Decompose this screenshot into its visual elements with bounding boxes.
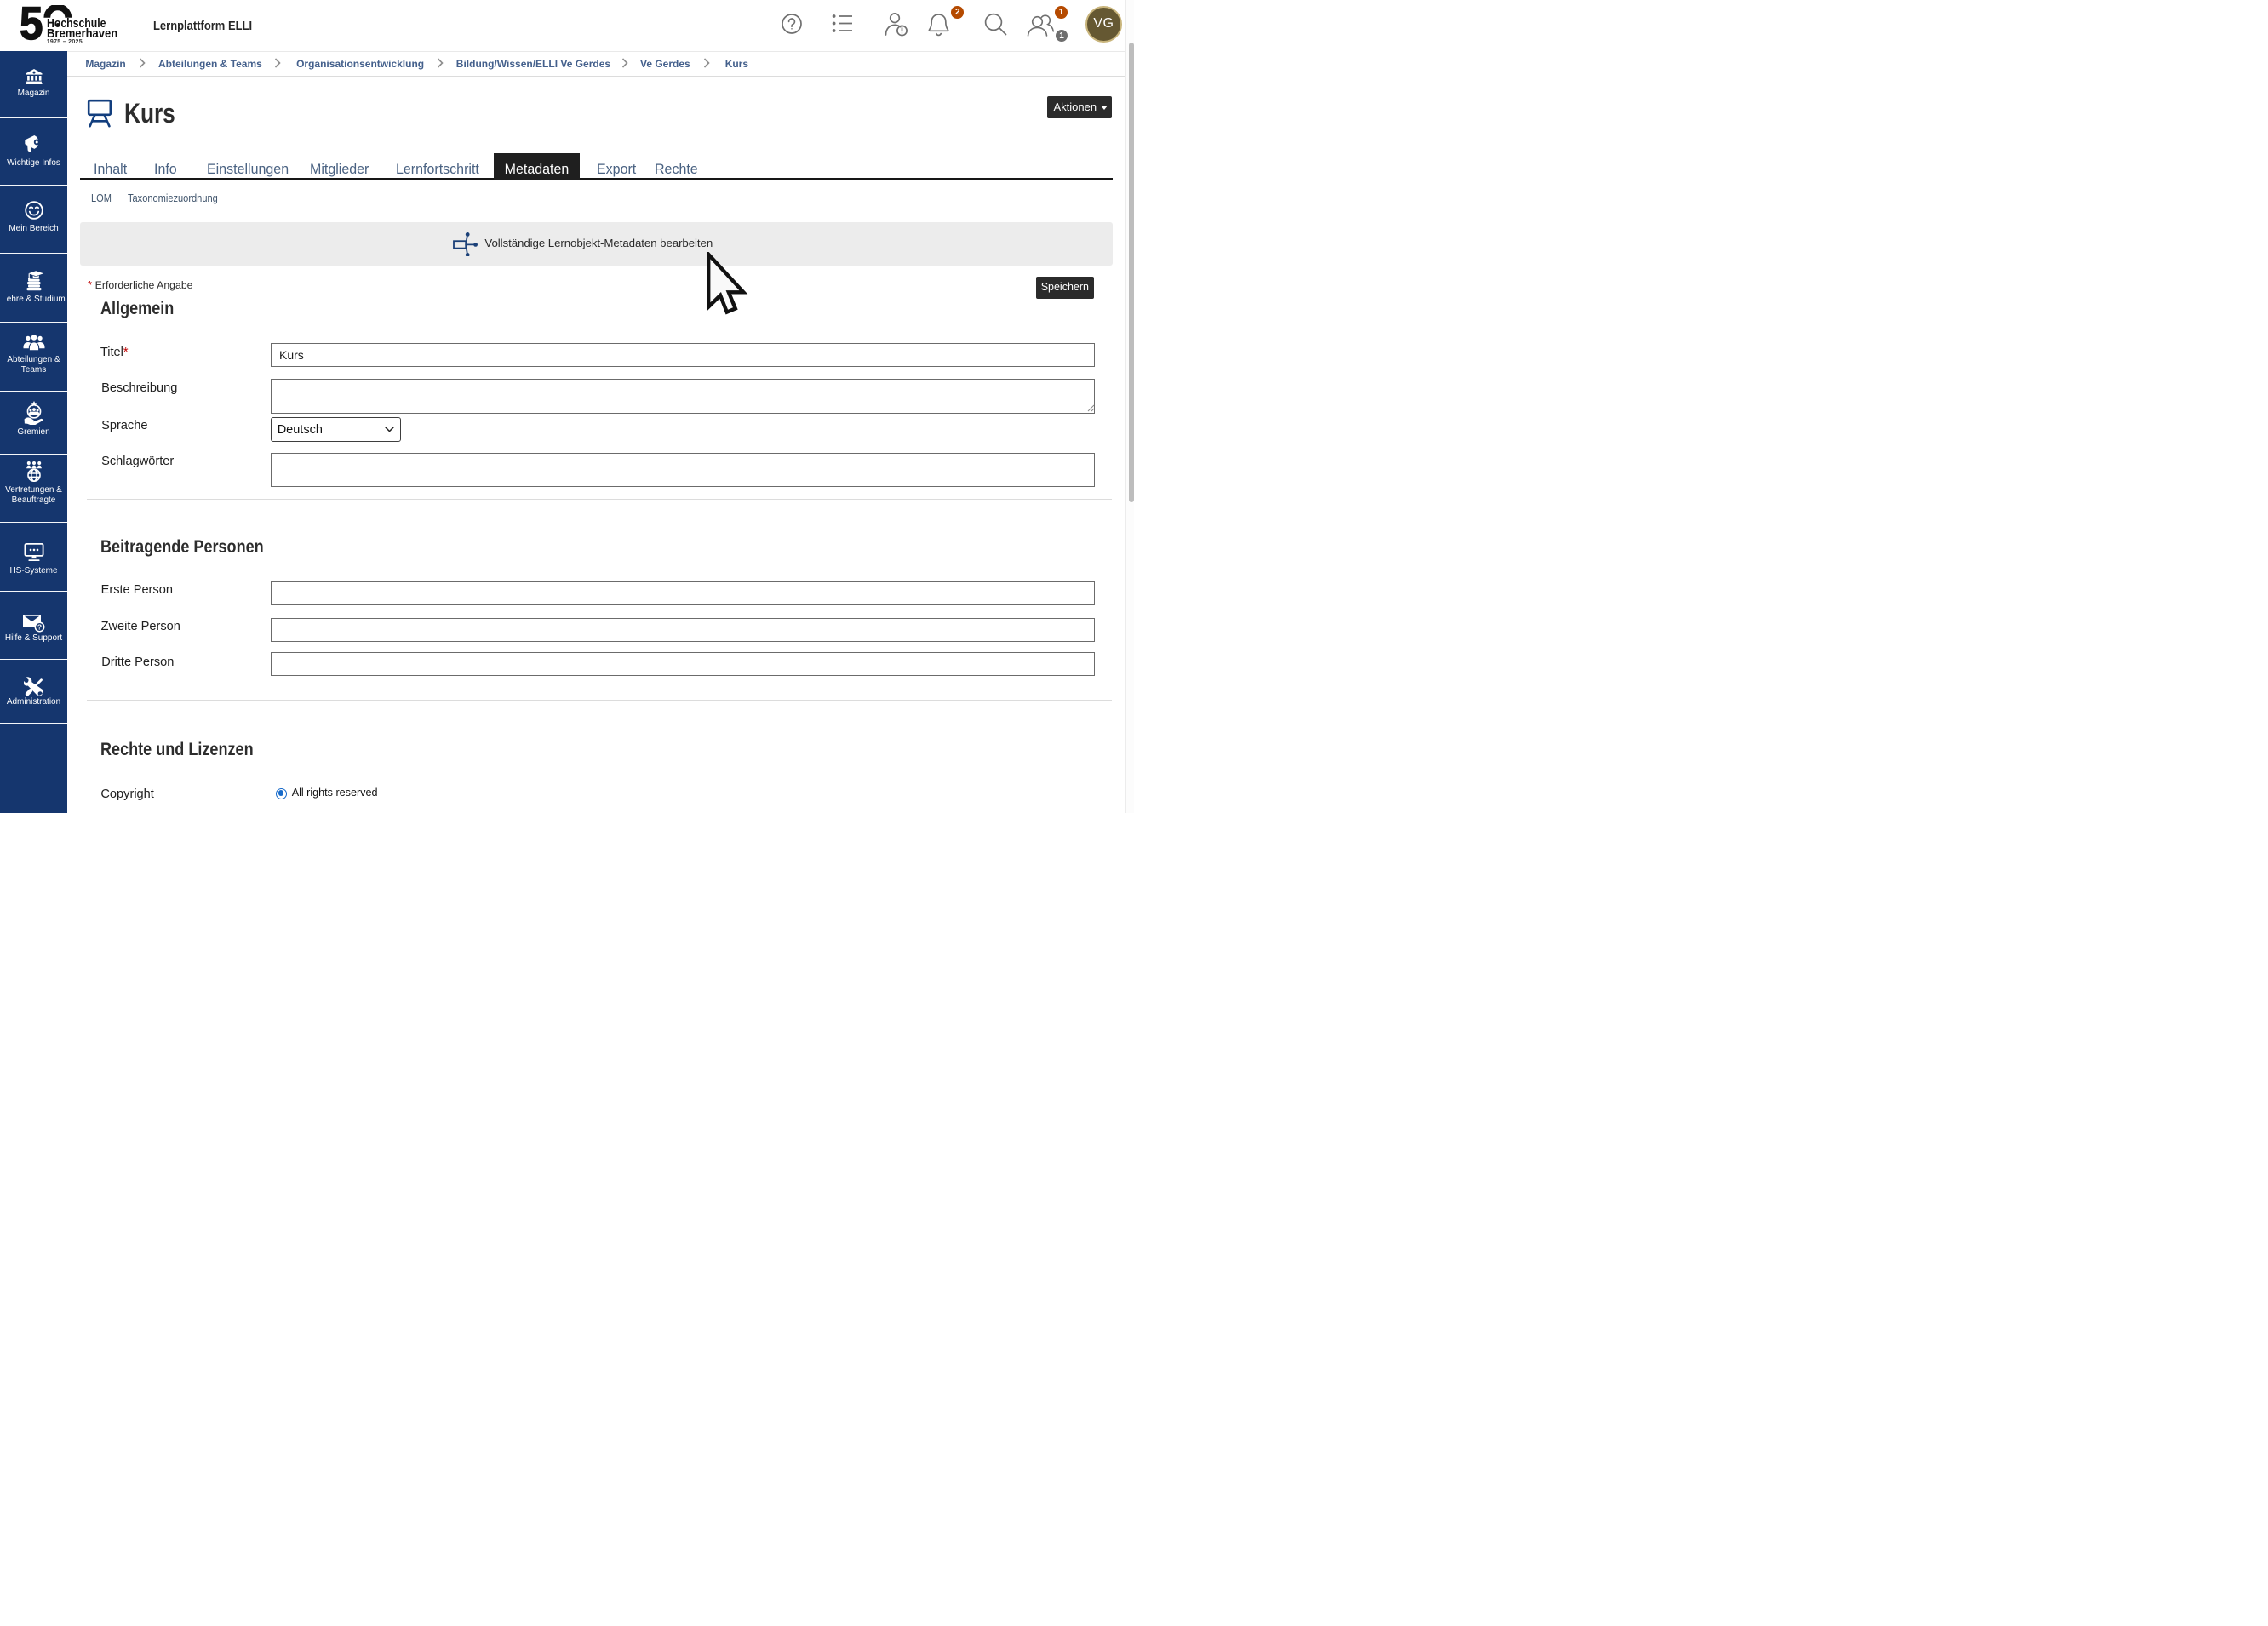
svg-text:?: ? [37,622,41,631]
